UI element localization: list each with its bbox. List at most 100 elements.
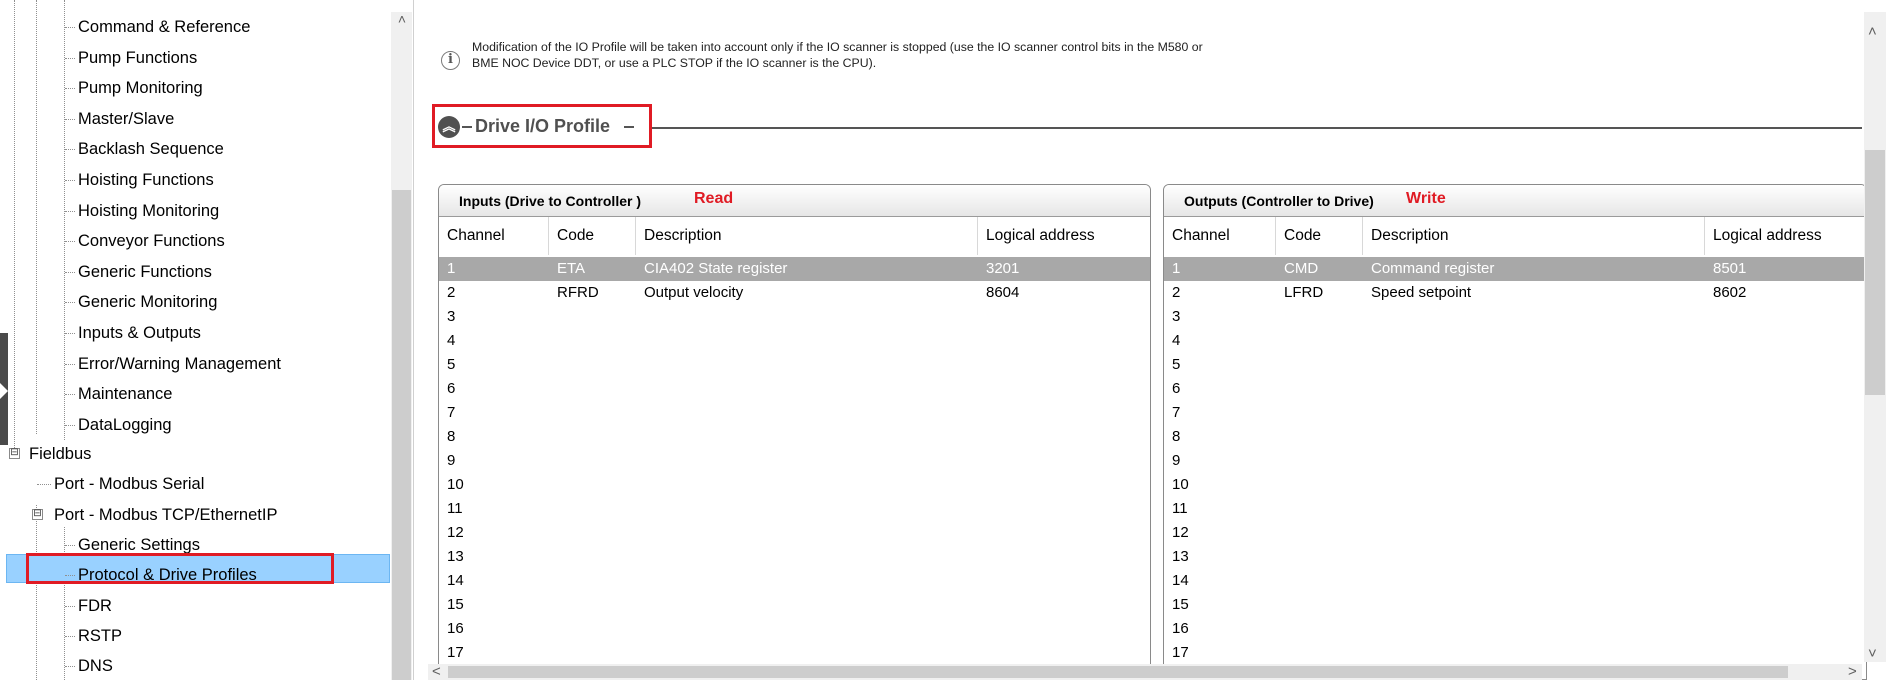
inputs-table-panel: Inputs (Drive to Controller ) Read Chann…	[438, 184, 1151, 680]
scroll-down-arrow-icon[interactable]: ˅	[1868, 646, 1877, 662]
cell-code: LFRD	[1284, 284, 1324, 301]
column-header-code[interactable]: Code	[1276, 217, 1363, 255]
table-row[interactable]: 12	[1164, 521, 1866, 545]
cell-channel: 6	[447, 380, 456, 397]
tree-item[interactable]: Hoisting Monitoring	[78, 199, 219, 223]
cell-channel: 12	[447, 524, 464, 541]
tree-item[interactable]: DNS	[78, 654, 113, 678]
tree-item[interactable]: Pump Monitoring	[78, 76, 203, 100]
outputs-column-headers: Channel Code Description Logical address	[1164, 217, 1866, 255]
column-header-channel[interactable]: Channel	[439, 217, 549, 255]
column-header-code[interactable]: Code	[549, 217, 636, 255]
table-row[interactable]: 6	[1164, 377, 1866, 401]
collapse-panel-tab[interactable]	[0, 333, 8, 445]
table-row[interactable]: 6	[439, 377, 1150, 401]
table-row[interactable]: 7	[1164, 401, 1866, 425]
table-row[interactable]: 8	[1164, 425, 1866, 449]
table-row[interactable]: 5	[439, 353, 1150, 377]
tree-item[interactable]: Inputs & Outputs	[78, 321, 201, 345]
scroll-left-arrow-icon[interactable]: ˂	[432, 664, 441, 680]
table-row[interactable]: 9	[439, 449, 1150, 473]
write-annotation: Write	[1406, 190, 1446, 207]
table-row[interactable]: 4	[1164, 329, 1866, 353]
section-title: Drive I/O Profile	[475, 116, 611, 136]
cell-description: Output velocity	[644, 284, 744, 301]
cell-channel: 1	[447, 260, 456, 277]
double-chevron-up-icon[interactable]: ︽	[438, 116, 460, 138]
table-row[interactable]: 13	[1164, 545, 1866, 569]
table-row[interactable]: 2 RFRD Output velocity 8604	[439, 281, 1150, 305]
tree-connector	[65, 636, 75, 637]
table-row[interactable]: 1 ETA CIA402 State register 3201	[439, 257, 1150, 281]
tree-item[interactable]: Maintenance	[78, 382, 172, 406]
content-scroll-thumb[interactable]	[1865, 150, 1885, 395]
tree-item-fieldbus[interactable]: Fieldbus	[29, 442, 91, 466]
table-row[interactable]: 5	[1164, 353, 1866, 377]
table-row[interactable]: 15	[439, 593, 1150, 617]
tree-connector	[65, 364, 75, 365]
info-message: Modification of the IO Profile will be t…	[472, 40, 1203, 70]
tree-connector	[65, 333, 75, 334]
tree-connector	[65, 272, 75, 273]
table-row[interactable]: 11	[1164, 497, 1866, 521]
tree-item[interactable]: Command & Reference	[78, 15, 250, 39]
tree-item[interactable]: DataLogging	[78, 413, 172, 437]
table-row[interactable]: 3	[439, 305, 1150, 329]
scroll-up-arrow-icon[interactable]: ˄	[394, 12, 410, 26]
table-row[interactable]: 8	[439, 425, 1150, 449]
table-row[interactable]: 11	[439, 497, 1150, 521]
table-row[interactable]: 1 CMD Command register 8501	[1164, 257, 1866, 281]
table-row[interactable]: 16	[439, 617, 1150, 641]
table-row[interactable]: 2 LFRD Speed setpoint 8602	[1164, 281, 1866, 305]
collapse-icon[interactable]: ⊟	[32, 509, 43, 520]
cell-channel: 10	[1172, 476, 1189, 493]
tree-item[interactable]: Generic Monitoring	[78, 290, 217, 314]
tree-item[interactable]: Generic Functions	[78, 260, 212, 284]
table-row[interactable]: 4	[439, 329, 1150, 353]
tree-connector	[65, 545, 75, 546]
tree-item[interactable]: Conveyor Functions	[78, 229, 225, 253]
column-header-description[interactable]: Description	[636, 217, 978, 255]
column-header-channel[interactable]: Channel	[1164, 217, 1276, 255]
table-row[interactable]: 7	[439, 401, 1150, 425]
tree-item[interactable]: Error/Warning Management	[78, 352, 281, 376]
cell-channel: 8	[447, 428, 456, 445]
table-row[interactable]: 14	[439, 569, 1150, 593]
tree-item[interactable]: RSTP	[78, 624, 122, 648]
tree-item[interactable]: Backlash Sequence	[78, 137, 224, 161]
table-row[interactable]: 10	[1164, 473, 1866, 497]
cell-channel: 15	[447, 596, 464, 613]
table-row[interactable]: 12	[439, 521, 1150, 545]
table-row[interactable]: 3	[1164, 305, 1866, 329]
table-row[interactable]: 10	[439, 473, 1150, 497]
tree-item[interactable]: Master/Slave	[78, 107, 174, 131]
section-dash	[624, 126, 634, 128]
horizontal-scroll-thumb[interactable]	[448, 666, 1788, 678]
tree-item[interactable]: Pump Functions	[78, 46, 197, 70]
tree-connector	[65, 180, 75, 181]
table-row[interactable]: 16	[1164, 617, 1866, 641]
tree-item[interactable]: Hoisting Functions	[78, 168, 214, 192]
column-header-logical-address[interactable]: Logical address	[1705, 217, 1866, 255]
table-row[interactable]: 9	[1164, 449, 1866, 473]
tree-item[interactable]: FDR	[78, 594, 112, 618]
scroll-right-arrow-icon[interactable]: ˃	[1848, 664, 1857, 680]
table-row[interactable]: 14	[1164, 569, 1866, 593]
cell-logical-address: 3201	[986, 260, 1020, 277]
cell-channel: 14	[1172, 572, 1189, 589]
navigation-tree: Command & Reference Pump Functions Pump Mo…	[0, 0, 414, 680]
column-header-description[interactable]: Description	[1363, 217, 1705, 255]
table-row[interactable]: 17	[439, 641, 1150, 665]
tree-item-port-modbus-serial[interactable]: Port - Modbus Serial	[54, 472, 204, 496]
table-row[interactable]: 17	[1164, 641, 1866, 665]
column-header-logical-address[interactable]: Logical address	[978, 217, 1150, 255]
scroll-up-arrow-icon[interactable]: ˄	[1868, 24, 1877, 40]
table-row[interactable]: 13	[439, 545, 1150, 569]
table-row[interactable]: 15	[1164, 593, 1866, 617]
outputs-table-title: Outputs (Controller to Drive)	[1184, 193, 1374, 209]
tree-item-port-modbus-tcp[interactable]: Port - Modbus TCP/EthernetIP	[54, 503, 277, 527]
tree-connector	[37, 484, 51, 485]
tree-scroll-thumb[interactable]	[392, 190, 411, 680]
cell-channel: 2	[447, 284, 456, 301]
collapse-icon[interactable]: ⊟	[9, 448, 20, 459]
